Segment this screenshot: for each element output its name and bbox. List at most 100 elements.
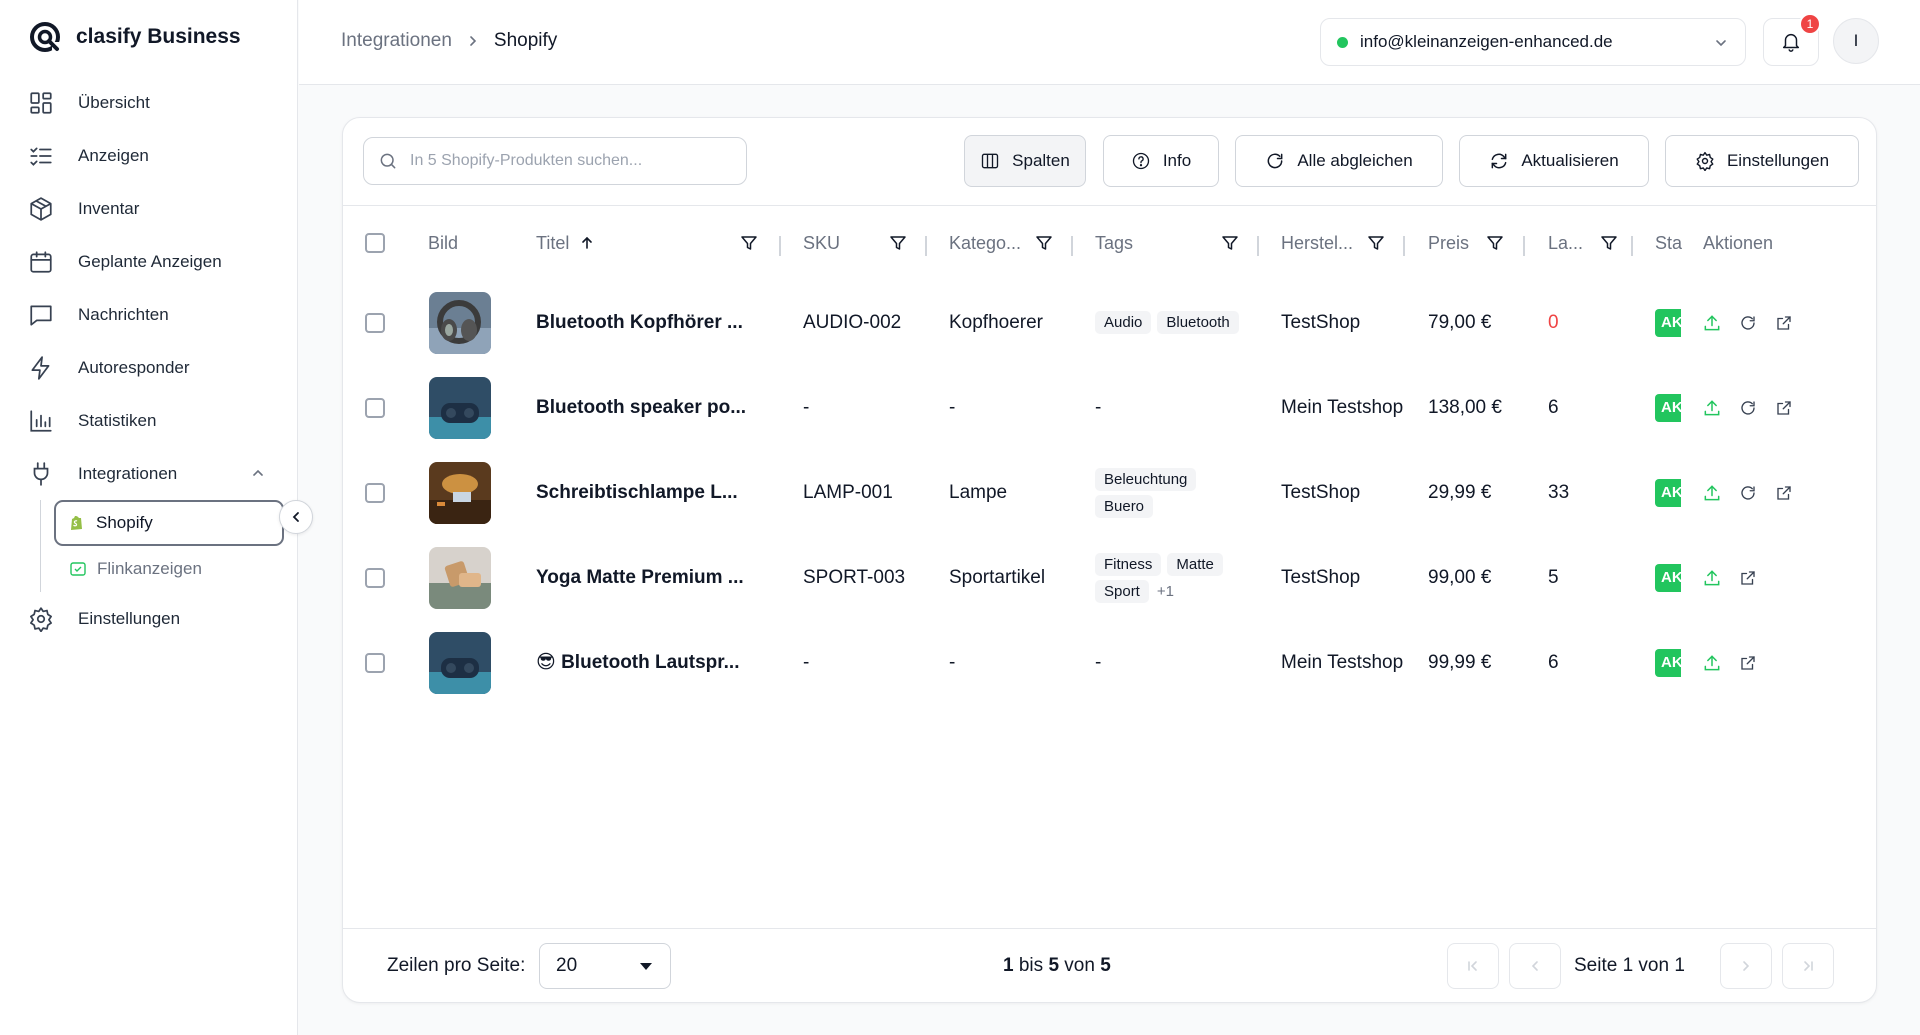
sidebar-item-inventar[interactable]: Inventar bbox=[0, 182, 298, 235]
column-header-category[interactable]: Katego... bbox=[949, 206, 1059, 280]
sync-button[interactable] bbox=[1737, 312, 1759, 334]
settings-button-label: Einstellungen bbox=[1726, 151, 1830, 170]
info-button[interactable]: Info bbox=[1103, 135, 1219, 187]
last-page-button[interactable] bbox=[1782, 943, 1834, 989]
row-checkbox[interactable] bbox=[365, 652, 385, 673]
next-page-button[interactable] bbox=[1720, 943, 1772, 989]
caret-down-icon bbox=[640, 963, 652, 970]
product-sku: SPORT-003 bbox=[803, 566, 906, 588]
row-checkbox[interactable] bbox=[365, 397, 385, 418]
column-header-title[interactable]: Titel bbox=[536, 206, 757, 280]
status-badge: AKTIV bbox=[1655, 648, 1681, 677]
column-header-sku[interactable]: SKU bbox=[803, 206, 913, 280]
upload-button[interactable] bbox=[1701, 397, 1723, 419]
filter-icon[interactable] bbox=[1600, 234, 1618, 252]
product-stock: 0 bbox=[1548, 311, 1559, 333]
previous-page-button[interactable] bbox=[1509, 943, 1561, 989]
product-title[interactable]: Bluetooth Kopfhörer ... bbox=[536, 280, 766, 365]
table-row[interactable]: 😎 Bluetooth Lautspr... - - - Mein Testsh… bbox=[343, 620, 1876, 705]
brand[interactable]: clasify Business bbox=[28, 20, 241, 54]
product-thumbnail-speaker[interactable] bbox=[429, 631, 491, 694]
product-title[interactable]: Yoga Matte Premium ... bbox=[536, 535, 766, 620]
column-separator[interactable] bbox=[779, 236, 781, 256]
rows-per-page-select[interactable]: 20 bbox=[539, 943, 671, 989]
column-separator[interactable] bbox=[1257, 236, 1259, 256]
product-thumbnail-speaker[interactable] bbox=[429, 376, 491, 439]
sync-all-button[interactable]: Alle abgleichen bbox=[1235, 135, 1443, 187]
column-header-status[interactable]: Sta bbox=[1655, 206, 1687, 280]
chevron-up-icon[interactable] bbox=[250, 465, 266, 481]
column-header-vendor[interactable]: Herstel... bbox=[1281, 206, 1391, 280]
refresh-button[interactable]: Aktualisieren bbox=[1459, 135, 1649, 187]
filter-icon[interactable] bbox=[1221, 234, 1239, 252]
product-title[interactable]: Bluetooth speaker po... bbox=[536, 365, 766, 450]
open-external-button[interactable] bbox=[1737, 652, 1759, 674]
sidebar-item-shopify[interactable]: Shopify bbox=[54, 500, 284, 546]
column-header-price[interactable]: Preis bbox=[1428, 206, 1508, 280]
row-actions bbox=[1701, 280, 1795, 365]
column-header-image: Bild bbox=[428, 206, 458, 280]
grid-icon bbox=[30, 91, 52, 114]
columns-button[interactable]: Spalten bbox=[964, 135, 1086, 187]
breadcrumb-item-integrationen[interactable]: Integrationen bbox=[341, 30, 452, 52]
column-separator[interactable] bbox=[925, 236, 927, 256]
product-tags: Fitness Matte Sport +1 bbox=[1095, 535, 1245, 620]
table-row[interactable]: Bluetooth Kopfhörer ... AUDIO-002 Kopfho… bbox=[343, 280, 1876, 365]
account-selector[interactable]: info@kleinanzeigen-enhanced.de bbox=[1320, 18, 1746, 66]
search-input[interactable] bbox=[410, 152, 730, 170]
column-separator[interactable] bbox=[1403, 236, 1405, 256]
filter-icon[interactable] bbox=[1035, 234, 1053, 252]
row-checkbox[interactable] bbox=[365, 482, 385, 503]
sidebar-item-geplante-anzeigen[interactable]: Geplante Anzeigen bbox=[0, 235, 298, 288]
open-external-button[interactable] bbox=[1737, 567, 1759, 589]
sidebar-collapse-button[interactable] bbox=[279, 500, 313, 534]
sidebar-item-uebersicht[interactable]: Übersicht bbox=[0, 76, 298, 129]
chevrons-first-icon bbox=[1468, 961, 1477, 971]
open-external-button[interactable] bbox=[1773, 312, 1795, 334]
filter-icon[interactable] bbox=[1367, 234, 1385, 252]
sidebar-item-flinkanzeigen[interactable]: Flinkanzeigen bbox=[55, 546, 298, 592]
filter-icon[interactable] bbox=[1486, 234, 1504, 252]
sidebar-item-autoresponder[interactable]: Autoresponder bbox=[0, 341, 298, 394]
sidebar-item-anzeigen[interactable]: Anzeigen bbox=[0, 129, 298, 182]
product-thumbnail-yoga[interactable] bbox=[429, 546, 491, 609]
product-title[interactable]: Schreibtischlampe L... bbox=[536, 450, 766, 535]
sidebar-item-integrationen[interactable]: Integrationen bbox=[0, 447, 298, 500]
column-header-tags[interactable]: Tags bbox=[1095, 206, 1265, 280]
avatar[interactable]: I bbox=[1833, 18, 1879, 64]
sync-button[interactable] bbox=[1737, 397, 1759, 419]
product-thumbnail-lamp[interactable] bbox=[429, 461, 491, 524]
tag-more-count[interactable]: +1 bbox=[1155, 580, 1176, 603]
table-row[interactable]: Yoga Matte Premium ... SPORT-003 Sportar… bbox=[343, 535, 1876, 620]
upload-button[interactable] bbox=[1701, 652, 1723, 674]
table-row[interactable]: Bluetooth speaker po... - - - Mein Tests… bbox=[343, 365, 1876, 450]
settings-button[interactable]: Einstellungen bbox=[1665, 135, 1859, 187]
open-external-button[interactable] bbox=[1773, 482, 1795, 504]
product-thumbnail-headphones[interactable] bbox=[429, 291, 491, 354]
column-separator[interactable] bbox=[1523, 236, 1525, 256]
sidebar-item-nachrichten[interactable]: Nachrichten bbox=[0, 288, 298, 341]
first-page-button[interactable] bbox=[1447, 943, 1499, 989]
sync-button[interactable] bbox=[1737, 482, 1759, 504]
filter-icon[interactable] bbox=[740, 234, 758, 252]
sidebar-item-einstellungen[interactable]: Einstellungen bbox=[0, 592, 298, 645]
select-all-checkbox[interactable] bbox=[365, 233, 385, 253]
upload-icon bbox=[1704, 654, 1720, 670]
row-checkbox[interactable] bbox=[365, 567, 385, 588]
open-external-button[interactable] bbox=[1773, 397, 1795, 419]
upload-button[interactable] bbox=[1701, 312, 1723, 334]
upload-button[interactable] bbox=[1701, 567, 1723, 589]
product-title[interactable]: 😎 Bluetooth Lautspr... bbox=[536, 620, 766, 705]
bar-chart-icon bbox=[30, 409, 52, 432]
upload-button[interactable] bbox=[1701, 482, 1723, 504]
column-separator[interactable] bbox=[1071, 236, 1073, 256]
table-row[interactable]: Schreibtischlampe L... LAMP-001 Lampe Be… bbox=[343, 450, 1876, 535]
table-toolbar: Spalten Info Alle abgleichen Aktualisier… bbox=[343, 118, 1876, 206]
column-header-actions: Aktionen bbox=[1703, 206, 1773, 280]
filter-icon[interactable] bbox=[889, 234, 907, 252]
sidebar-item-statistiken[interactable]: Statistiken bbox=[0, 394, 298, 447]
column-header-label: Preis bbox=[1428, 232, 1470, 253]
column-separator[interactable] bbox=[1631, 236, 1633, 256]
row-checkbox[interactable] bbox=[365, 312, 385, 333]
column-header-stock[interactable]: La... bbox=[1548, 206, 1628, 280]
